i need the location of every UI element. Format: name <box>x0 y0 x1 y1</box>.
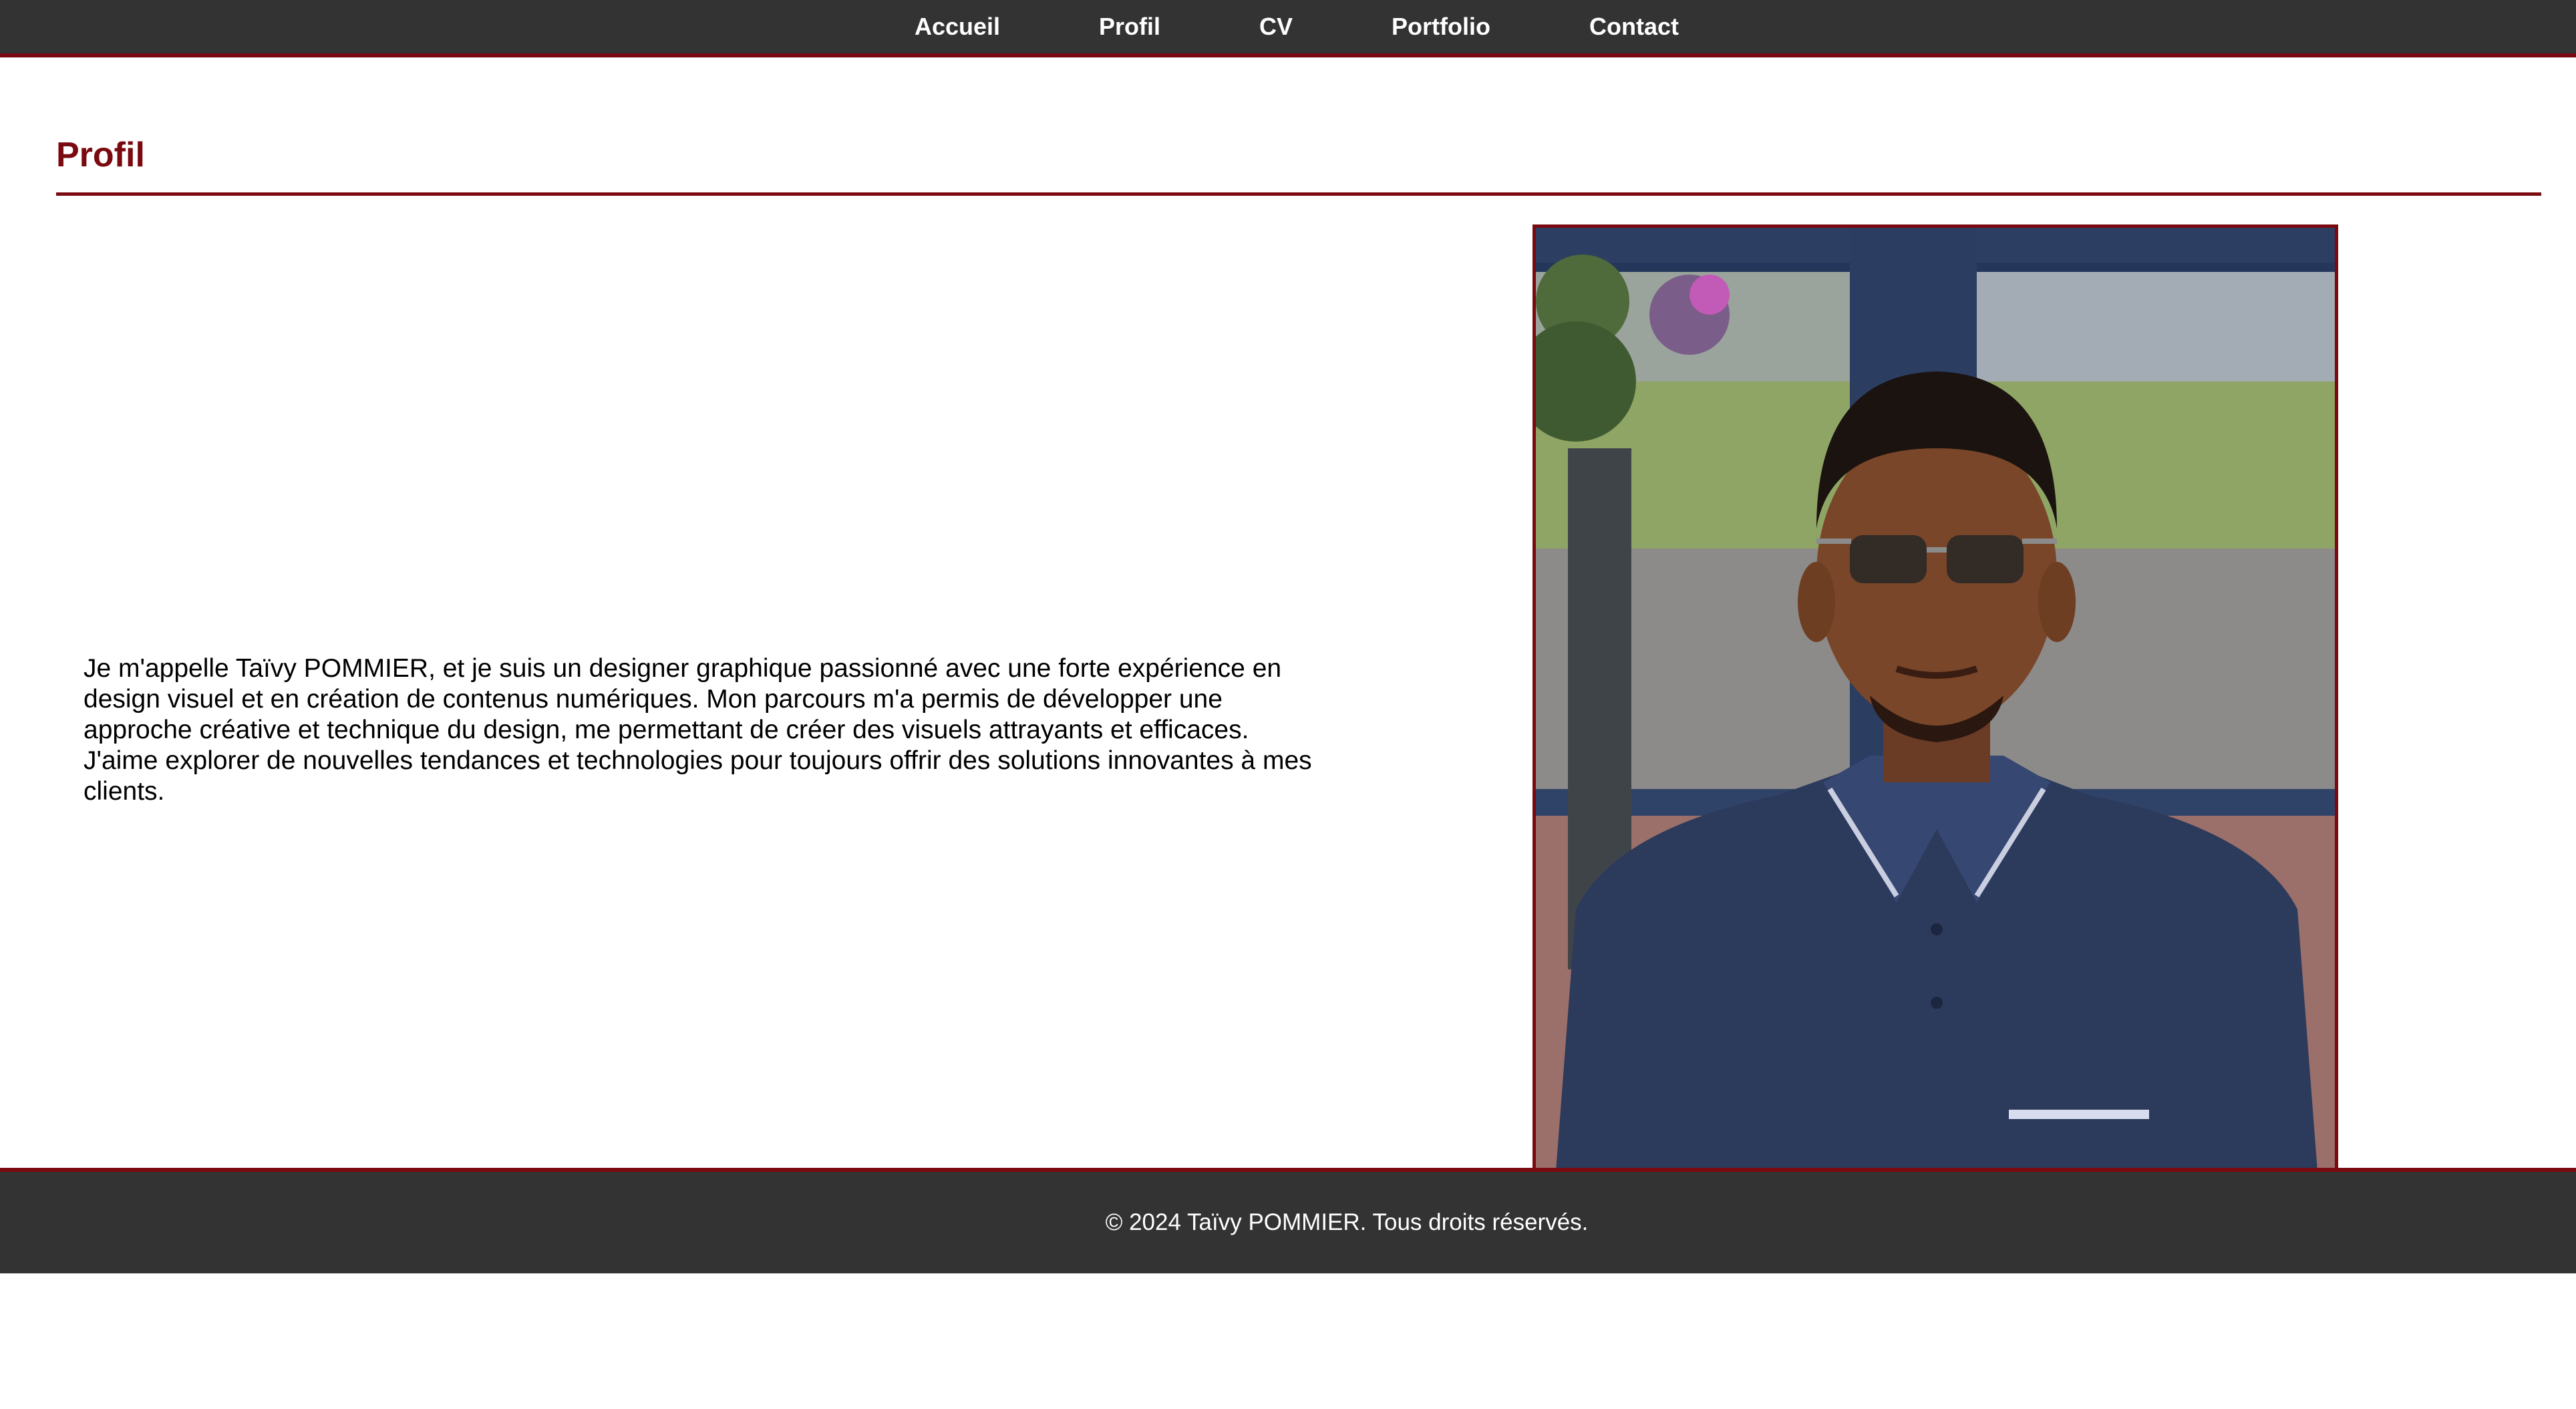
nav-link-portfolio[interactable]: Portfolio <box>1374 13 1490 41</box>
top-navigation: Accueil Profil CV Portfolio Contact <box>0 0 2576 57</box>
profile-photo <box>1533 224 2338 1171</box>
nav-link-contact[interactable]: Contact <box>1572 13 1679 41</box>
heading-divider <box>56 192 2541 196</box>
nav-link-cv[interactable]: CV <box>1242 13 1293 41</box>
profile-photo-illustration <box>1536 228 2335 1171</box>
nav-link-profil[interactable]: Profil <box>1082 13 1160 41</box>
section-heading-profil: Profil <box>56 136 145 174</box>
bio-paragraph: Je m'appelle Taïvy POMMIER, et je suis u… <box>84 654 1312 806</box>
nav-link-accueil[interactable]: Accueil <box>897 13 1000 41</box>
footer: © 2024 Taïvy POMMIER. Tous droits réserv… <box>0 1168 2576 1273</box>
copyright-text: © 2024 Taïvy POMMIER. Tous droits réserv… <box>1105 1209 1589 1235</box>
